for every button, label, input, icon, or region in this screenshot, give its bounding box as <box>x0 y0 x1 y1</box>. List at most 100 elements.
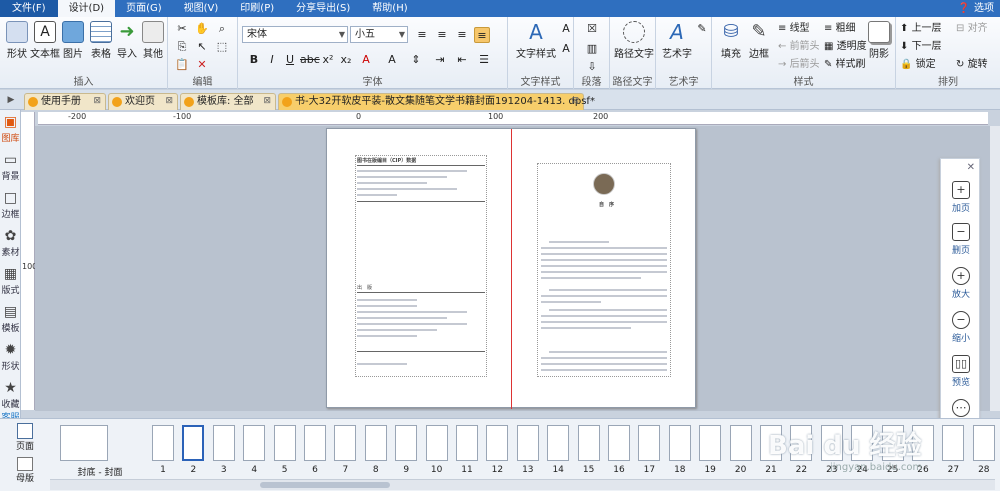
thumbnail-page[interactable] <box>729 425 752 461</box>
bring-forward-button[interactable]: ⬆ 上一层 <box>900 21 942 37</box>
other-button[interactable]: 其他 <box>138 21 168 60</box>
paste-icon[interactable]: 📋 <box>174 57 190 73</box>
thumbnail-page[interactable] <box>304 425 326 461</box>
style-brush-button[interactable]: ✎ 样式刷 <box>824 57 866 73</box>
back-arrow-button[interactable]: → 后箭头 <box>778 57 820 73</box>
pathtext-button[interactable]: 路径文字 <box>614 21 654 60</box>
image-button[interactable]: 图片 <box>58 21 88 60</box>
textbox-button[interactable]: A 文本框 <box>30 21 60 60</box>
add-page-button[interactable]: + 加页 <box>941 181 981 214</box>
shadow-button[interactable]: 阴影 <box>864 21 894 60</box>
close-icon[interactable]: ⊠ <box>263 94 271 109</box>
sidebar-item-favorites[interactable]: ★ 收藏 <box>0 378 21 414</box>
border-button[interactable]: ✎ 边框 <box>744 21 774 60</box>
list-icon[interactable]: ☰ <box>476 52 492 68</box>
close-icon[interactable]: ⊠ <box>571 94 579 109</box>
underline-icon[interactable]: U <box>282 52 298 68</box>
thumbnail-page[interactable] <box>456 425 478 461</box>
align-button[interactable]: ⊟ 对齐 <box>956 21 988 37</box>
tab-current-document[interactable]: 书-大32开软皮平装-散文集随笔文学书籍封面191204-1413. dpsf*… <box>278 93 595 110</box>
subscript-icon[interactable]: x₂ <box>338 52 354 68</box>
delete-icon[interactable]: ✕ <box>194 57 210 73</box>
lock-button[interactable]: 🔒 锁定 <box>900 57 936 73</box>
superscript-icon[interactable]: x² <box>320 52 336 68</box>
select-icon[interactable]: ⬚ <box>214 39 230 55</box>
textstyle-button[interactable]: A 文字样式 <box>514 21 558 60</box>
line-spacing-icon[interactable]: ⇕ <box>408 52 424 68</box>
tab-welcome[interactable]: 欢迎页 ⊠ <box>108 93 178 110</box>
thumbnail-cover[interactable] <box>60 425 108 461</box>
collapse-panel-icon[interactable]: ▶ <box>3 92 19 108</box>
zoom-icon[interactable]: ⌕ <box>214 21 230 37</box>
thumbnail-page[interactable] <box>334 425 357 461</box>
thumbnail-page[interactable] <box>182 425 205 461</box>
font-size-select[interactable]: 小五 ▼ <box>350 26 408 43</box>
tab-template-library[interactable]: 模板库: 全部 ⊠ <box>180 93 276 110</box>
thumbnail-page[interactable] <box>273 425 296 461</box>
thumbnail-page[interactable] <box>699 425 722 461</box>
sidebar-item-shape[interactable]: ✹ 形状 <box>0 340 21 376</box>
scroll-thumb[interactable] <box>260 482 390 488</box>
align-center-icon[interactable]: ≡ <box>434 27 450 43</box>
thumbnail-page[interactable] <box>212 425 235 461</box>
align-right-icon[interactable]: ≡ <box>454 27 470 43</box>
horizontal-scrollbar[interactable] <box>50 479 995 490</box>
align-left-icon[interactable]: ≡ <box>414 27 430 43</box>
fill-button[interactable]: ⛁ 填充 <box>716 21 746 60</box>
menu-help[interactable]: 帮助(H) <box>361 0 418 17</box>
options-button[interactable]: ❓ 选项 <box>958 0 994 17</box>
sidebar-item-border[interactable]: □ 边框 <box>0 188 21 224</box>
arttext-button[interactable]: A 艺术字 <box>660 21 694 60</box>
thumbnail-page[interactable] <box>243 425 266 461</box>
close-icon[interactable]: ⊠ <box>165 94 173 109</box>
sidebar-item-background[interactable]: ▭ 背景 <box>0 150 21 186</box>
thumbnail-page[interactable] <box>364 425 387 461</box>
hand-icon[interactable]: ✋ <box>194 21 210 37</box>
indent-icon[interactable]: ⇥ <box>432 52 448 68</box>
thumbnail-page[interactable] <box>395 425 418 461</box>
cut-icon[interactable]: ✂ <box>174 21 190 37</box>
book-spread-page[interactable]: 图书在版编目（CIP）数据 出 版 自 序 <box>326 128 696 409</box>
thumbnail-page[interactable] <box>425 425 448 461</box>
tab-user-manual[interactable]: 使用手册 ⊠ <box>24 93 106 110</box>
zoom-in-button[interactable]: + 放大 <box>941 267 981 300</box>
master-tab[interactable]: 母版 <box>0 457 50 484</box>
menu-share-export[interactable]: 分享导出(S) <box>285 0 361 17</box>
strikethrough-icon[interactable]: abc <box>300 52 320 68</box>
thickness-button[interactable]: ≡ 粗细 <box>824 21 856 37</box>
font-color-icon[interactable]: A <box>358 52 374 68</box>
thumbnail-page[interactable] <box>547 425 570 461</box>
bold-icon[interactable]: B <box>246 52 262 68</box>
preview-button[interactable]: ▯▯ 预览 <box>941 355 981 388</box>
highlight-icon[interactable]: A <box>384 52 400 68</box>
text-size-down-icon[interactable]: A <box>558 41 574 57</box>
preface-block[interactable] <box>537 163 671 377</box>
thumbnail-page[interactable] <box>516 425 539 461</box>
delete-page-button[interactable]: − 删页 <box>941 223 981 256</box>
sidebar-item-gallery[interactable]: ▣ 图库 <box>0 112 21 148</box>
close-icon[interactable]: ✕ <box>967 162 975 173</box>
rotate-button[interactable]: ↻ 旋转 <box>956 57 988 73</box>
font-family-select[interactable]: 宋体 ▼ <box>242 26 348 43</box>
sidebar-item-template[interactable]: ▤ 模板 <box>0 302 21 338</box>
copy-icon[interactable]: ⎘ <box>174 39 190 55</box>
shape-button[interactable]: 形状 <box>2 21 32 60</box>
menu-page[interactable]: 页面(G) <box>115 0 173 17</box>
sidebar-item-material[interactable]: ✿ 素材 <box>0 226 21 262</box>
menu-design[interactable]: 设计(D) <box>57 0 116 17</box>
art-edit-icon[interactable]: ✎ <box>694 21 710 37</box>
menu-print[interactable]: 印刷(P) <box>229 0 285 17</box>
thumbnail-page[interactable] <box>608 425 630 461</box>
linetype-button[interactable]: ≡ 线型 <box>778 21 810 37</box>
menu-view[interactable]: 视图(V) <box>173 0 230 17</box>
send-backward-button[interactable]: ⬇ 下一层 <box>900 39 942 55</box>
outdent-icon[interactable]: ⇤ <box>454 52 470 68</box>
checkbox-icon[interactable]: ☒ <box>584 21 600 37</box>
author-avatar[interactable] <box>593 173 615 195</box>
front-arrow-button[interactable]: ← 前箭头 <box>778 39 820 55</box>
sidebar-item-layout[interactable]: ▦ 版式 <box>0 264 21 300</box>
column-icon[interactable]: ▥ <box>584 41 600 57</box>
vertical-scrollbar[interactable] <box>990 126 1000 411</box>
transparency-button[interactable]: ▦ 透明度 <box>824 39 867 55</box>
zoom-out-button[interactable]: − 缩小 <box>941 311 981 344</box>
